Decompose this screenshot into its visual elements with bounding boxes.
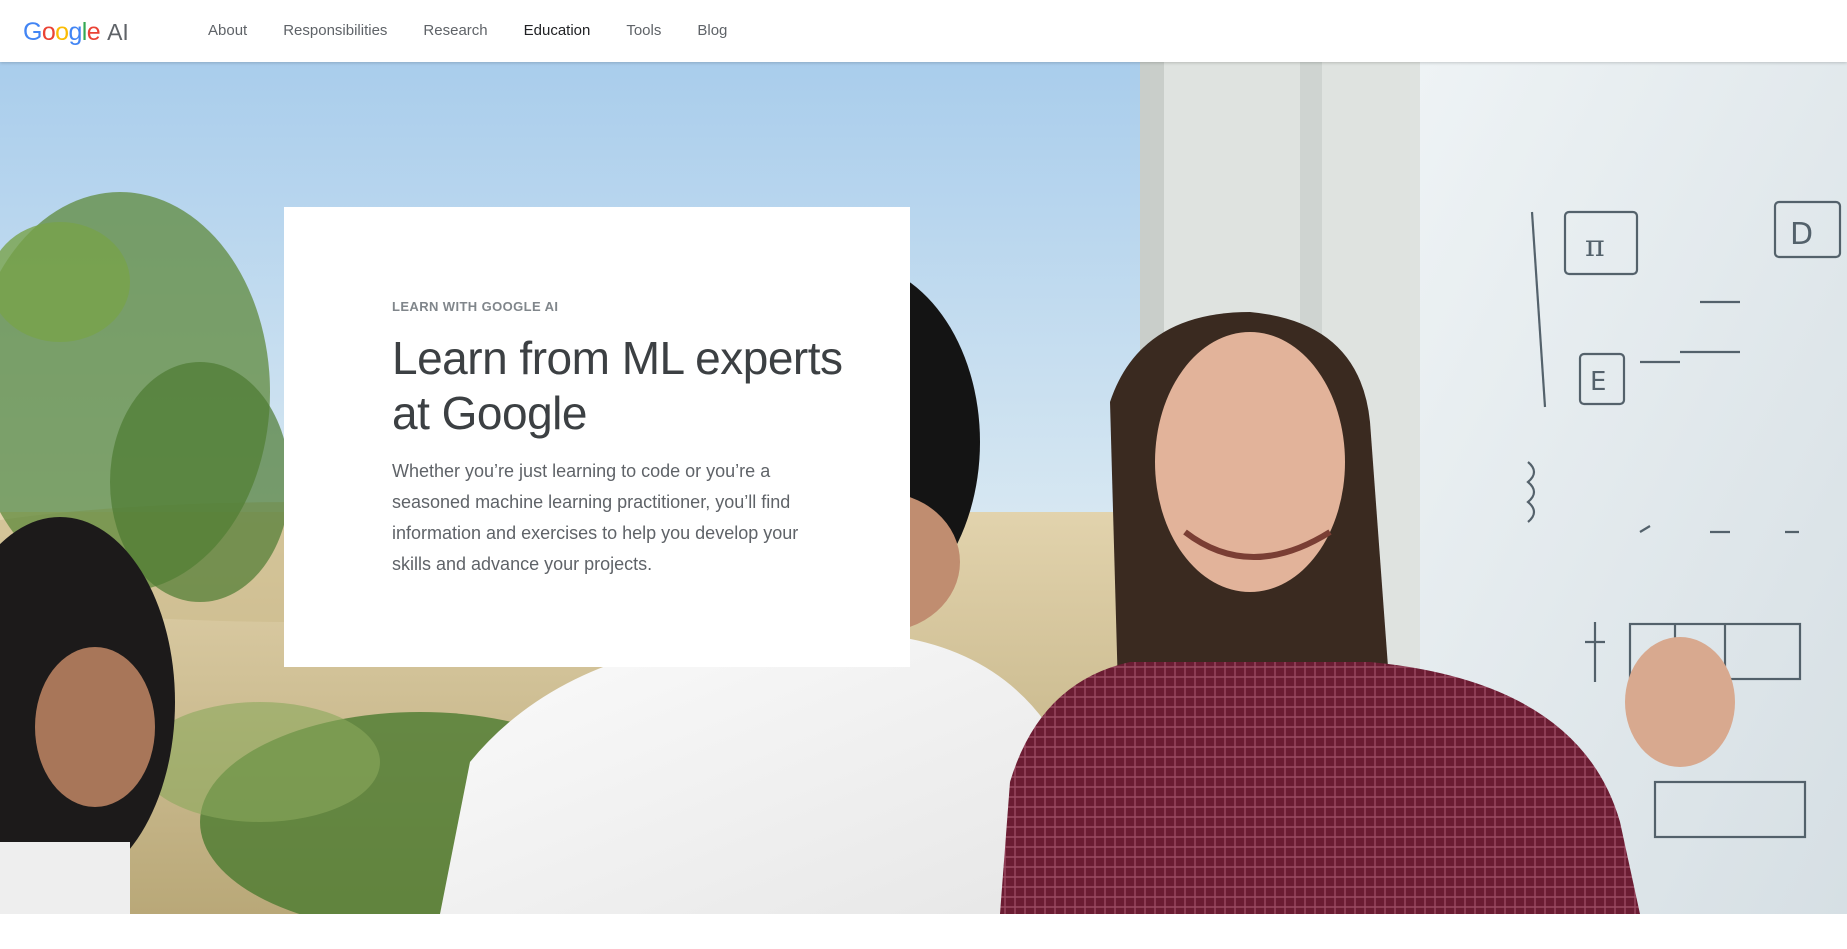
logo-suffix: AI	[107, 19, 129, 45]
logo-letter: g	[68, 18, 82, 46]
nav-link-responsibilities[interactable]: Responsibilities	[283, 0, 387, 62]
hero-eyebrow: LEARN WITH GOOGLE AI	[392, 299, 559, 314]
google-wordmark: Google	[23, 18, 101, 46]
nav-link-about[interactable]: About	[208, 0, 247, 62]
logo-letter: e	[86, 18, 101, 46]
logo-letter: o	[41, 18, 56, 46]
svg-text:D: D	[1790, 217, 1813, 252]
svg-text:π: π	[1585, 229, 1605, 264]
nav-link-research[interactable]: Research	[423, 0, 487, 62]
site-header: Google AI About Responsibilities Researc…	[0, 0, 1847, 62]
svg-text:E: E	[1590, 367, 1606, 397]
nav-link-tools[interactable]: Tools	[626, 0, 661, 62]
logo-letter: G	[23, 18, 42, 46]
hero-section: π D E LEARN WITH GOOGLE AI Learn from ML…	[0, 62, 1847, 914]
logo-letter: o	[55, 18, 69, 46]
hero-headline: Learn from ML experts at Google	[392, 332, 843, 439]
hero-description: Whether you’re just learning to code or …	[392, 461, 799, 574]
main-nav: About Responsibilities Research Educatio…	[208, 0, 763, 62]
hero-card: LEARN WITH GOOGLE AI Learn from ML exper…	[284, 207, 910, 667]
nav-link-education[interactable]: Education	[524, 0, 591, 62]
google-ai-logo[interactable]: Google AI	[23, 18, 129, 46]
nav-link-blog[interactable]: Blog	[697, 0, 727, 62]
hero-photo: π D E	[0, 62, 1847, 914]
